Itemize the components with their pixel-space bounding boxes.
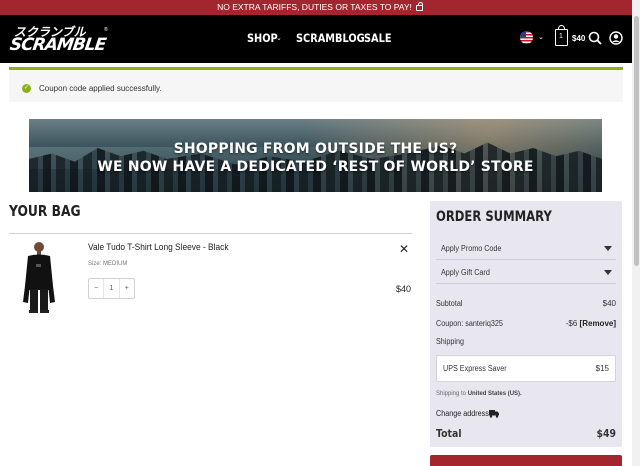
cart-count: 1: [559, 33, 563, 40]
total-label: Total: [436, 427, 462, 440]
quantity-value[interactable]: 1: [103, 279, 120, 298]
checkout-button[interactable]: [430, 455, 622, 466]
scrollbar-thumb[interactable]: [633, 16, 639, 266]
shipping-country: United States (US).: [467, 391, 522, 397]
logo-text: SCRAMBLE: [8, 35, 107, 55]
promo-bar: NO EXTRA TARIFFS, DUTIES OR TAXES TO PAY…: [0, 0, 640, 15]
nav-sale[interactable]: SALE: [364, 31, 392, 45]
banner-line-2: WE NOW HAVE A DEDICATED ‘REST OF WORLD’ …: [97, 159, 534, 175]
subtotal-value: $40: [602, 299, 616, 308]
line-price: $40: [396, 284, 412, 294]
caret-down-icon: [604, 270, 612, 275]
main-nav: SHOP ⌄ SCRAMBLOG SALE: [247, 31, 397, 47]
summary-title: ORDER SUMMARY: [436, 209, 552, 225]
shipping-destination: Shipping to United States (US).: [436, 391, 522, 397]
lock-icon: [415, 2, 423, 11]
bag-title: YOUR BAG: [9, 202, 81, 220]
shipping-price: $15: [595, 364, 609, 373]
coupon-value: -$6: [565, 319, 578, 328]
banner-line-1: SHOPPING FROM OUTSIDE THE US?: [173, 141, 458, 157]
scramble-logo[interactable]: スクランブル SCRAMBLE ®: [8, 23, 112, 55]
change-address-link[interactable]: Change address: [436, 409, 489, 418]
product-name[interactable]: Vale Tudo T-Shirt Long Sleeve - Black: [88, 242, 228, 253]
bag-icon[interactable]: 1: [555, 25, 568, 46]
notice-text: Coupon code applied successfully.: [39, 84, 162, 93]
shipping-method: UPS Express Saver: [443, 364, 507, 373]
gift-label: Apply Gift Card: [441, 268, 490, 277]
subtotal-label: Subtotal: [436, 299, 463, 308]
divider: [9, 233, 412, 234]
quantity-stepper[interactable]: − 1 +: [88, 278, 135, 299]
product-size: Size: MEDIUM: [88, 261, 128, 267]
promo-label: Apply Promo Code: [441, 244, 502, 253]
cart-total[interactable]: $40: [572, 34, 585, 43]
nav-scramblog[interactable]: SCRAMBLOG: [296, 31, 365, 45]
total-value: $49: [596, 427, 616, 440]
truck-icon[interactable]: [489, 410, 499, 418]
apply-promo-code-toggle[interactable]: Apply Promo Code: [436, 238, 616, 260]
coupon-label: Coupon: santeriq325: [436, 319, 503, 328]
search-icon[interactable]: [588, 31, 602, 45]
caret-down-icon: [604, 246, 612, 251]
shipping-option[interactable]: UPS Express Saver $15: [436, 355, 616, 382]
remove-coupon-link[interactable]: [Remove]: [580, 319, 616, 328]
account-icon[interactable]: [609, 31, 623, 45]
increment-button[interactable]: +: [120, 279, 134, 298]
shipping-label: Shipping: [436, 337, 465, 346]
chevron-down-icon[interactable]: ⌄: [538, 33, 544, 41]
decrement-button[interactable]: −: [89, 279, 103, 298]
apply-gift-card-toggle[interactable]: Apply Gift Card: [436, 262, 616, 284]
remove-item-icon[interactable]: ✕: [399, 243, 409, 255]
order-summary: ORDER SUMMARY Apply Promo Code Apply Gif…: [430, 201, 622, 447]
product-image[interactable]: [15, 240, 63, 314]
us-flag-icon[interactable]: [520, 31, 533, 44]
nav-shop[interactable]: SHOP: [247, 31, 278, 45]
coupon-success-notice: ✓ Coupon code applied successfully.: [9, 67, 623, 102]
check-icon: ✓: [22, 84, 31, 93]
rest-of-world-banner[interactable]: SHOPPING FROM OUTSIDE THE US? WE NOW HAV…: [29, 119, 602, 192]
page-scrollbar[interactable]: [632, 0, 640, 466]
chevron-down-icon[interactable]: ⌄: [276, 34, 282, 42]
promo-text: NO EXTRA TARIFFS, DUTIES OR TAXES TO PAY…: [217, 2, 412, 12]
